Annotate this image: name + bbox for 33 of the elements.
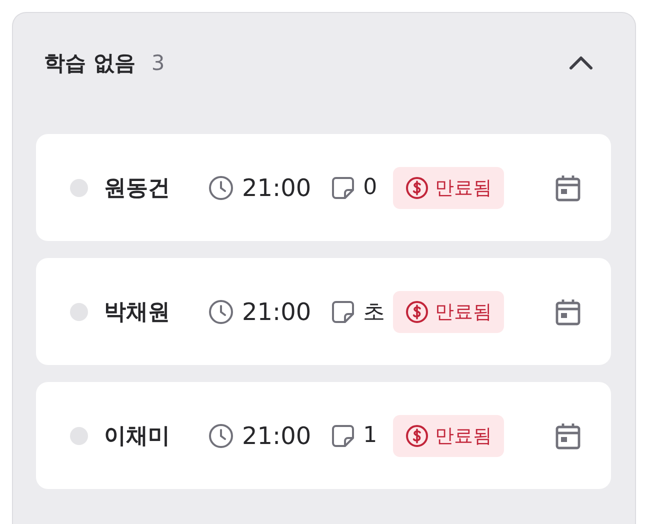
note-icon: [331, 424, 356, 448]
clock-icon: [208, 298, 234, 324]
lesson-time: 21:00: [242, 174, 312, 202]
section-count: 3: [151, 51, 165, 75]
status-dot: [70, 426, 88, 444]
calendar-icon[interactable]: [555, 174, 581, 202]
dollar-icon: [405, 300, 430, 324]
note-icon: [331, 300, 356, 324]
student-name: 원동건: [104, 174, 171, 202]
badge-label: 만료됨: [435, 300, 492, 324]
calendar-icon[interactable]: [555, 422, 581, 450]
lesson-time: 21:00: [242, 298, 312, 326]
status-dot: [70, 302, 88, 320]
dollar-icon: [405, 176, 430, 200]
note-text: 0: [363, 175, 378, 200]
status-dot: [70, 178, 88, 196]
student-name: 박채원: [104, 298, 171, 326]
badge-label: 만료됨: [435, 176, 492, 200]
student-card[interactable]: 원동건 21:00 0 만료됨: [36, 134, 611, 241]
section-title: 학습 없음: [44, 50, 136, 77]
note-text: 1: [363, 423, 378, 448]
student-card[interactable]: 이채미 21:00 1 만료됨: [36, 382, 611, 489]
note-text: 초: [363, 298, 386, 326]
dollar-icon: [405, 424, 430, 448]
badge-label: 만료됨: [435, 424, 492, 448]
clock-icon: [208, 422, 234, 448]
student-name: 이채미: [104, 422, 171, 450]
collapse-toggle-icon[interactable]: [567, 54, 595, 72]
lesson-time: 21:00: [242, 422, 312, 450]
clock-icon: [208, 174, 234, 200]
student-card[interactable]: 박채원 21:00 초 만료됨: [36, 258, 611, 365]
note-icon: [331, 176, 356, 200]
calendar-icon[interactable]: [555, 298, 581, 326]
